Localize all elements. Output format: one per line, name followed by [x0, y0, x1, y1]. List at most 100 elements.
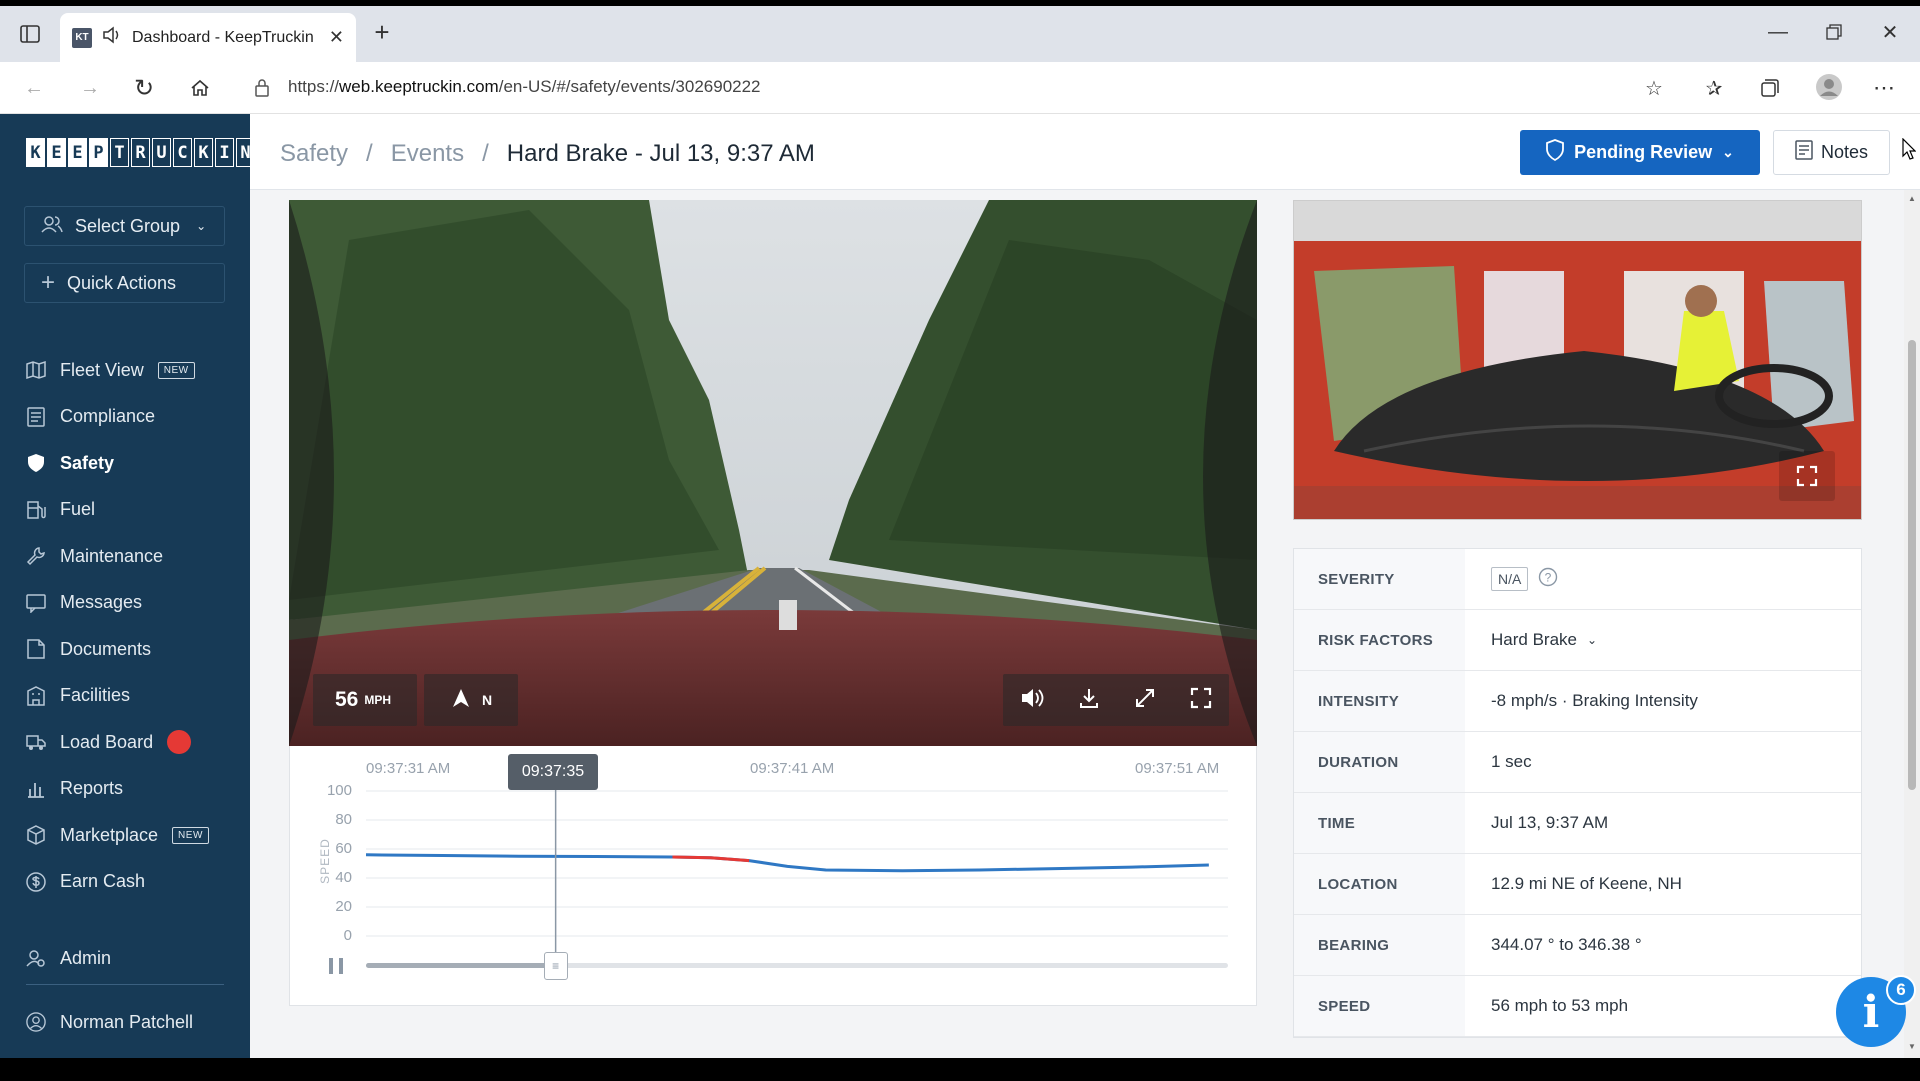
sidebar-item-maintenance[interactable]: Maintenance [0, 536, 250, 576]
detail-row-risk-factors: RISK FACTORS Hard Brake ⌄ [1294, 610, 1861, 671]
sidebar-divider [26, 984, 224, 985]
detail-value-text: N/A [1491, 567, 1529, 591]
sidebar-item-facilities[interactable]: Facilities [0, 676, 250, 716]
restore-icon[interactable] [1820, 18, 1848, 46]
sidebar-item-label: Maintenance [60, 545, 164, 566]
sidebar-item-label: Compliance [60, 406, 156, 426]
quick-actions-button[interactable]: + Quick Actions [24, 263, 225, 303]
detail-value-text: Hard Brake [1491, 630, 1577, 649]
detail-value[interactable]: Hard Brake ⌄ [1465, 610, 1861, 670]
back-icon[interactable]: ← [20, 74, 48, 102]
sidebar-item-marketplace[interactable]: Marketplace NEW [0, 815, 250, 855]
scroll-up-icon[interactable]: ▲ [1908, 194, 1916, 203]
sidebar-item-fuel[interactable]: Fuel [0, 490, 250, 530]
keeptruckin-logo[interactable]: KEEPTRUCKIN [26, 138, 257, 167]
sidebar-item-label: Facilities [60, 685, 131, 705]
event-details-table: SEVERITY N/A? RISK FACTORS Hard Brake ⌄ INTEN… [1293, 548, 1862, 1038]
lock-icon[interactable] [250, 76, 274, 100]
notes-button[interactable]: Notes [1773, 130, 1890, 175]
svg-text:?: ? [1545, 570, 1552, 584]
admin-icon [26, 948, 46, 968]
speaker-icon[interactable] [102, 26, 122, 49]
fuel-pump-icon [26, 500, 46, 520]
sidebar-item-admin[interactable]: Admin [0, 938, 250, 978]
logo-letter: R [131, 138, 150, 167]
sidebar-item-reports[interactable]: Reports [0, 769, 250, 809]
admin-label: Admin [60, 947, 112, 968]
speed-line [365, 853, 1209, 873]
notification-count-badge: 6 [1886, 975, 1916, 1005]
notes-label: Notes [1820, 142, 1869, 162]
volume-icon[interactable] [1020, 687, 1044, 714]
expand-arrows-icon[interactable] [1134, 687, 1156, 714]
sidebar-item-load-board[interactable]: Load Board [0, 722, 250, 762]
close-window-icon[interactable]: ✕ [1876, 18, 1904, 46]
close-tab-icon[interactable]: ✕ [329, 27, 344, 48]
detail-value: Jul 13, 9:37 AM [1465, 793, 1861, 853]
detail-value-text: Jul 13, 9:37 AM [1491, 813, 1609, 832]
road-facing-video[interactable]: 56 MPH N [289, 200, 1257, 746]
download-icon[interactable] [1078, 687, 1100, 714]
favorites-icon[interactable]: ✰ [1700, 74, 1728, 102]
browser-tab-dashboard[interactable]: KT Dashboard - KeepTruckin ✕ [60, 13, 356, 62]
page-header: Safety / Events / Hard Brake - Jul 13, 9… [250, 114, 1920, 190]
plus-icon: + [41, 269, 56, 296]
sidebar-item-documents[interactable]: Documents [0, 629, 250, 669]
logo-letter: K [194, 138, 213, 167]
playback-progress [366, 963, 556, 968]
forward-icon[interactable]: → [76, 74, 104, 102]
detail-value-text: 56 mph to 53 mph [1491, 996, 1629, 1015]
logo-letter: E [47, 138, 66, 167]
reload-icon[interactable]: ↻ [130, 74, 158, 102]
road-video-frame [289, 200, 1257, 746]
breadcrumb-events[interactable]: Events [391, 140, 464, 168]
document-list-icon [26, 406, 46, 427]
fullscreen-icon[interactable] [1190, 687, 1212, 714]
detail-label: SEVERITY [1294, 549, 1465, 609]
dollar-icon [26, 871, 46, 892]
speed-unit: MPH [364, 693, 392, 707]
playback-handle[interactable]: ≡ [543, 952, 568, 980]
sidebar-item-messages[interactable]: Messages [0, 583, 250, 623]
notification-dot [167, 730, 192, 754]
cab-fullscreen-icon[interactable] [1779, 451, 1835, 501]
pause-icon[interactable] [326, 956, 346, 981]
sidebar-item-earn-cash[interactable]: Earn Cash [0, 862, 250, 902]
playback-track[interactable] [366, 963, 1228, 968]
profile-avatar-icon[interactable] [1814, 72, 1844, 102]
user-name: Norman Patchell [60, 1011, 194, 1032]
sidebar-item-fleet-view[interactable]: Fleet View NEW [0, 350, 250, 390]
video-controls [1003, 674, 1229, 726]
help-circle-icon[interactable]: ? [1538, 567, 1558, 592]
navigation-arrow-icon [450, 687, 472, 714]
sidebar-item-safety[interactable]: Safety [0, 443, 250, 483]
detail-value: N/A? [1465, 549, 1861, 609]
sidebar-item-label: Reports [60, 778, 124, 798]
page-scrollbar[interactable]: ▲ ▼ [1904, 190, 1920, 1058]
map-icon [26, 360, 46, 380]
url-field[interactable]: https://web.keeptruckin.com/en-US/#/safe… [288, 77, 761, 97]
new-tab-icon[interactable]: + [368, 17, 396, 47]
tab-actions-icon[interactable] [18, 22, 42, 46]
pending-review-button[interactable]: Pending Review ⌄ [1520, 130, 1760, 175]
driver-facing-video[interactable] [1293, 200, 1862, 520]
add-favorite-icon[interactable]: ☆ [1640, 74, 1668, 102]
scroll-down-icon[interactable]: ▼ [1908, 1042, 1916, 1051]
detail-label: LOCATION [1294, 854, 1465, 914]
window-bottom-border [0, 1058, 1920, 1081]
breadcrumb-safety[interactable]: Safety [280, 140, 348, 168]
collections-icon[interactable] [1756, 74, 1784, 102]
user-profile[interactable]: Norman Patchell [0, 1002, 250, 1042]
more-menu-icon[interactable]: ⋯ [1870, 74, 1898, 102]
sidebar-item-label: Documents [60, 638, 152, 659]
minimize-icon[interactable]: — [1764, 18, 1792, 46]
home-icon[interactable] [186, 74, 214, 102]
sidebar-item-compliance[interactable]: Compliance [0, 397, 250, 437]
chevron-down-icon: ⌄ [1586, 633, 1598, 647]
scrollbar-thumb[interactable] [1908, 340, 1916, 790]
shield-icon [1546, 139, 1565, 166]
shield-icon [26, 453, 46, 473]
select-group-dropdown[interactable]: Select Group ⌄ [24, 206, 225, 246]
detail-value: -8 mph/s · Braking Intensity [1465, 671, 1861, 731]
chat-icon [26, 593, 46, 613]
